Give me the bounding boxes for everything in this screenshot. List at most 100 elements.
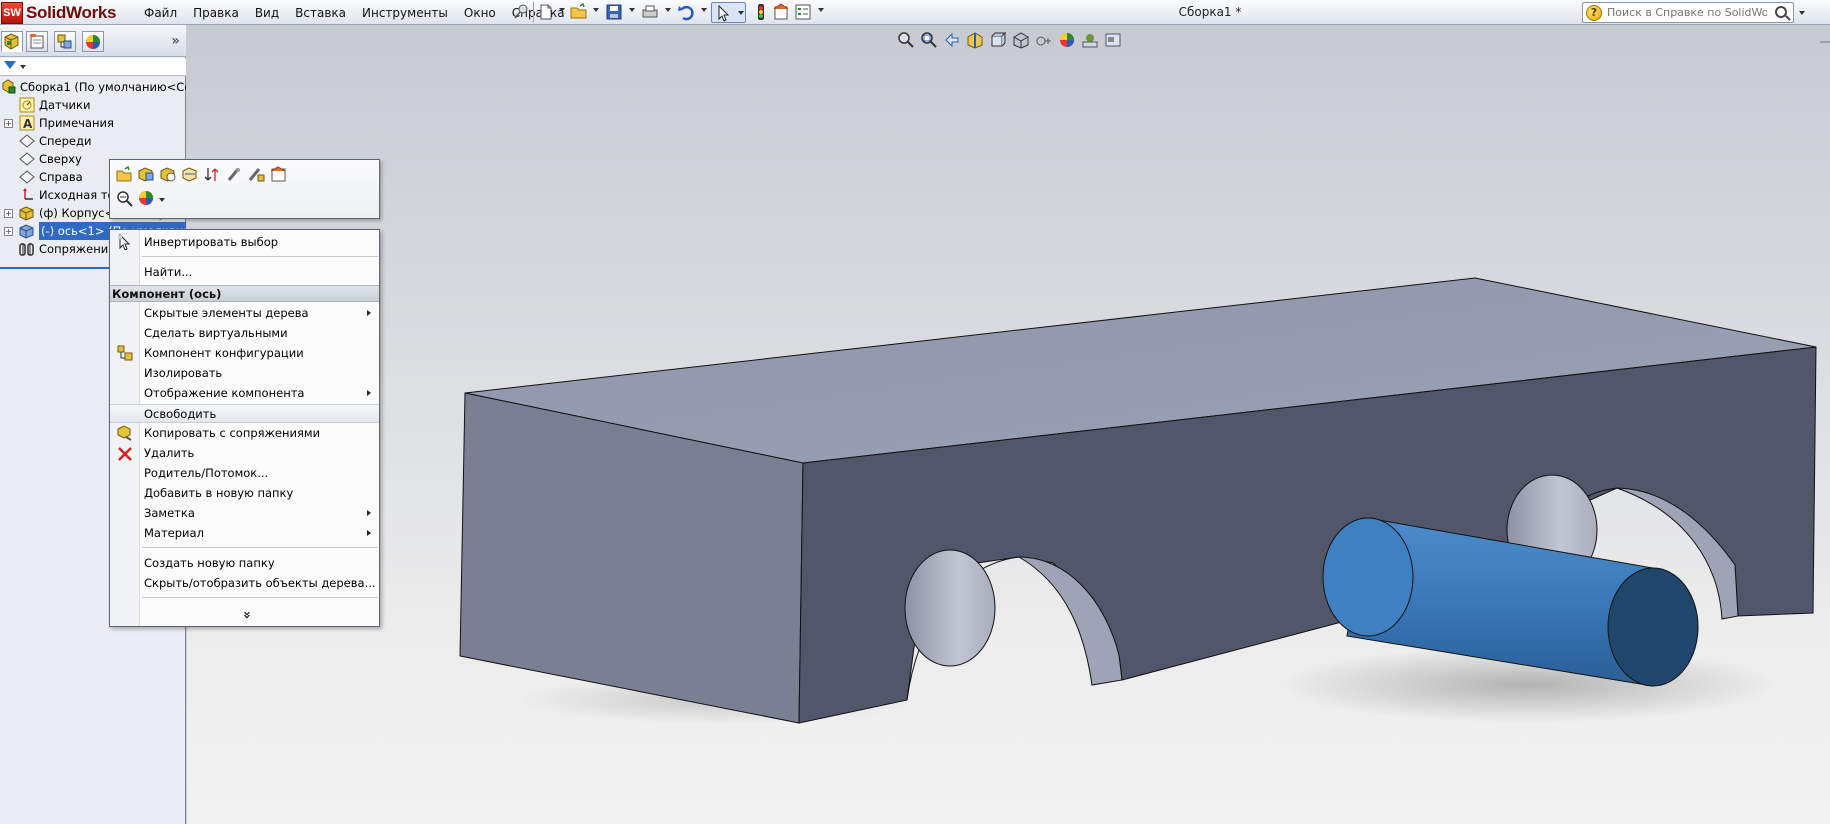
print-icon[interactable]	[641, 3, 659, 21]
component-properties-icon[interactable]	[270, 166, 287, 183]
file-properties-icon[interactable]	[772, 3, 790, 21]
float-component-icon[interactable]	[204, 166, 221, 183]
menu-view[interactable]: Вид	[249, 4, 285, 22]
title-bar: SW SolidWorks Файл Правка Вид Вставка Ин…	[0, 0, 1830, 25]
options-dropdown-icon[interactable]	[818, 8, 824, 12]
smart-mate-icon[interactable]	[248, 166, 265, 183]
tree-item-annotations[interactable]: + A Примечания	[0, 114, 186, 132]
feature-manager-tab-icon	[4, 33, 19, 50]
menu-item-create-new-folder[interactable]: Создать новую папку	[110, 554, 379, 573]
save-icon[interactable]	[605, 3, 623, 21]
menu-item-delete[interactable]: Удалить	[110, 444, 379, 463]
menu-insert[interactable]: Вставка	[289, 4, 352, 22]
tab-property-manager[interactable]	[26, 31, 48, 52]
menu-item-isolate[interactable]: Изолировать	[110, 364, 379, 383]
context-menu: Инвертировать выбор Найти... Компонент (…	[109, 229, 380, 627]
help-search-box[interactable]: ?	[1582, 2, 1805, 23]
tree-item-sensors[interactable]: Датчики	[0, 96, 186, 114]
menu-item-label: Скрытые элементы дерева	[144, 306, 309, 320]
menu-item-add-to-new-folder[interactable]: Добавить в новую папку	[110, 484, 379, 503]
menu-window[interactable]: Окно	[458, 4, 502, 22]
expand-icon[interactable]: +	[4, 209, 13, 218]
menu-item-hidden-tree-items[interactable]: Скрытые элементы дерева	[110, 304, 379, 323]
menu-item-comment[interactable]: Заметка	[110, 504, 379, 523]
menu-item-label: Найти...	[144, 265, 193, 279]
undo-dropdown-icon[interactable]	[701, 8, 707, 12]
copy-with-mates-icon	[117, 425, 132, 441]
open-dropdown-icon[interactable]	[593, 8, 599, 12]
menu-tools[interactable]: Инструменты	[356, 4, 454, 22]
expand-icon[interactable]: +	[4, 119, 13, 128]
tab-feature-manager[interactable]	[1, 31, 23, 52]
filter-dropdown-icon[interactable]	[20, 65, 26, 69]
menu-file[interactable]: Файл	[138, 4, 183, 22]
menu-item-float[interactable]: Освободить	[110, 404, 379, 423]
app-name: SolidWorks	[26, 2, 117, 22]
mate-icon[interactable]	[226, 166, 243, 183]
new-document-dropdown-icon[interactable]	[559, 8, 565, 12]
zoom-to-selection-icon[interactable]	[116, 190, 133, 207]
print-dropdown-icon[interactable]	[665, 8, 671, 12]
menu-item-make-virtual[interactable]: Сделать виртуальными	[110, 324, 379, 343]
menu-item-component-display[interactable]: Отображение компонента	[110, 384, 379, 403]
menu-item-label: Компонент конфигурации	[144, 346, 304, 360]
menu-edit[interactable]: Правка	[187, 4, 245, 22]
help-search-dropdown-icon[interactable]	[1799, 11, 1805, 15]
part-icon	[19, 206, 34, 221]
edit-part-icon[interactable]	[138, 166, 155, 183]
assembly-model-view[interactable]	[187, 25, 1830, 824]
undo-icon[interactable]	[677, 3, 695, 21]
menu-item-label: Материал	[144, 526, 204, 540]
menu-item-configure-component[interactable]: Компонент конфигурации	[110, 344, 379, 363]
rebuild-icon[interactable]	[752, 3, 770, 21]
document-title: Сборка1 *	[1178, 5, 1242, 19]
appearance-icon[interactable]	[138, 190, 155, 207]
tree-item-label: Сборка1 (По умолчанию<Состояние отображе…	[20, 80, 186, 94]
part-selected-icon	[19, 224, 34, 239]
menu-item-label: Скрыть/отобразить объекты дерева...	[144, 576, 376, 590]
menu-item-copy-with-mates[interactable]: Копировать с сопряжениями	[110, 424, 379, 443]
tree-item-label: Примечания	[39, 116, 114, 130]
select-tool-button[interactable]	[711, 2, 746, 23]
tree-item-assembly[interactable]: Сборка1 (По умолчанию<Состояние отображе…	[0, 78, 186, 96]
change-transparency-icon[interactable]	[182, 166, 199, 183]
tab-configuration-manager[interactable]	[54, 31, 76, 52]
appearance-dropdown-icon[interactable]	[159, 198, 165, 202]
menu-item-label: Сделать виртуальными	[144, 326, 288, 340]
viewport-edge-marker	[1820, 41, 1830, 43]
menu-separator	[142, 597, 378, 598]
hide-components-icon[interactable]	[160, 166, 177, 183]
solidworks-logo-icon: SW	[1, 1, 23, 24]
tree-filter-bar[interactable]	[0, 58, 186, 76]
plane-icon	[19, 134, 35, 148]
open-folder-icon[interactable]	[570, 3, 588, 21]
menu-item-invert-selection[interactable]: Инвертировать выбор	[110, 233, 379, 252]
display-manager-tab-icon	[86, 35, 100, 49]
help-search-input[interactable]	[1607, 5, 1767, 20]
expand-icon[interactable]: +	[4, 227, 13, 236]
menu-item-find[interactable]: Найти...	[110, 263, 379, 282]
shaft-end-face[interactable]	[1607, 567, 1699, 687]
plane-icon	[19, 152, 35, 166]
tab-display-manager[interactable]	[82, 31, 104, 52]
options-icon[interactable]	[794, 3, 812, 21]
sensors-icon	[19, 97, 35, 113]
filter-icon[interactable]	[4, 61, 16, 69]
tree-item-label: Справа	[39, 170, 83, 184]
new-document-icon[interactable]	[537, 3, 555, 21]
menu-item-parent-child[interactable]: Родитель/Потомок...	[110, 464, 379, 483]
save-dropdown-icon[interactable]	[629, 8, 635, 12]
search-icon[interactable]	[1775, 6, 1787, 18]
plane-icon	[19, 170, 35, 184]
menu-item-material[interactable]: Материал	[110, 524, 379, 543]
tree-item-label: Спереди	[39, 134, 92, 148]
menu-item-label: Добавить в новую папку	[144, 486, 294, 500]
graphics-viewport[interactable]	[187, 25, 1830, 824]
tree-item-plane-front[interactable]: Спереди	[0, 132, 186, 150]
pin-icon[interactable]	[512, 3, 530, 21]
menu-item-hide-show-tree-items[interactable]: Скрыть/отобразить объекты дерева...	[110, 574, 379, 593]
solidworks-logo[interactable]: SW SolidWorks	[0, 0, 150, 25]
panel-expand-icon[interactable]: »	[171, 33, 180, 49]
menu-expand-more-icon[interactable]: »	[239, 611, 254, 619]
open-part-icon[interactable]	[116, 166, 133, 183]
